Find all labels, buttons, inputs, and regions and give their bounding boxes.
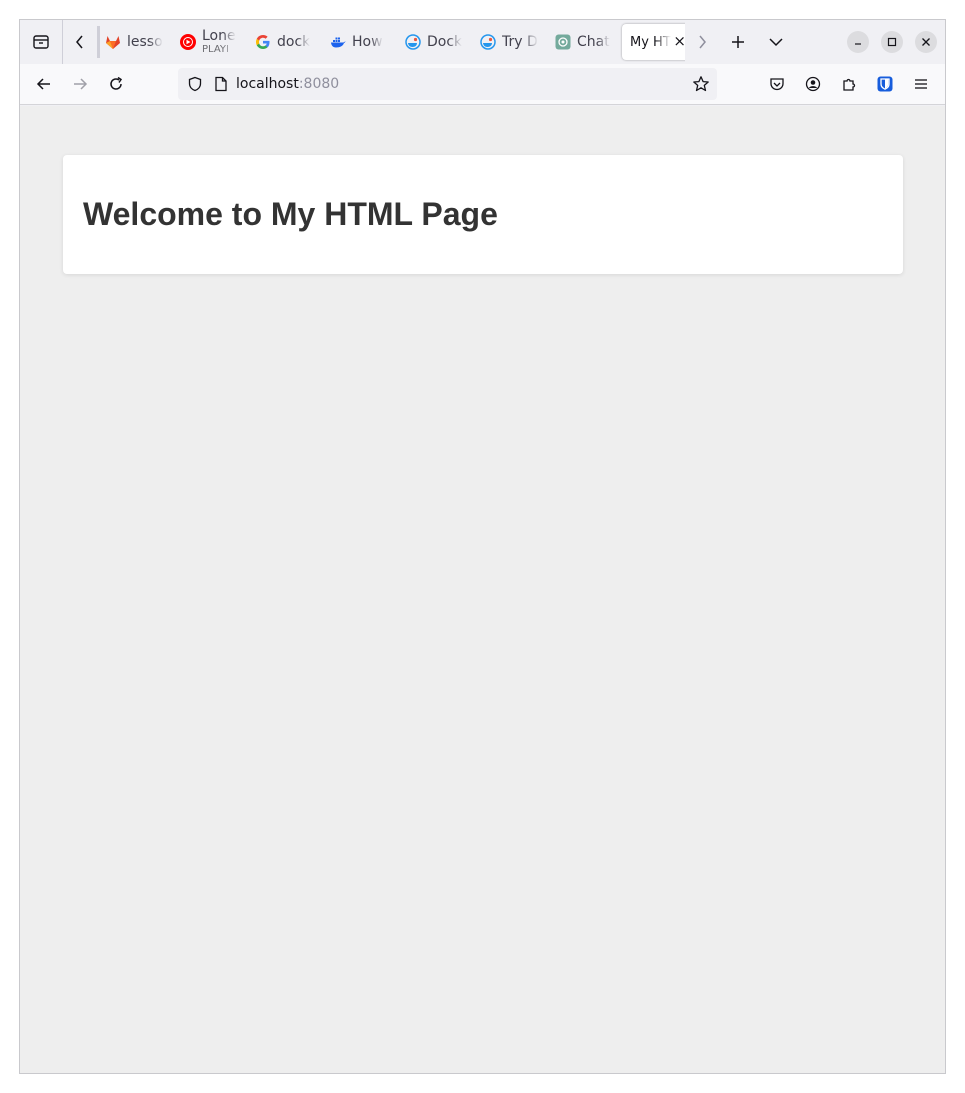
tab-label: My HT: [630, 34, 671, 50]
chevron-down-icon: [769, 38, 783, 47]
list-all-tabs-button[interactable]: [757, 20, 795, 64]
url-bar[interactable]: localhost:8080: [178, 68, 717, 100]
arrow-left-icon: [36, 78, 50, 90]
tab-label: Chat: [577, 34, 610, 50]
pocket-icon: [770, 78, 784, 91]
tabs-scroll-right-button[interactable]: [685, 20, 719, 64]
youtube-music-icon: [180, 34, 196, 50]
tab-label: Try D: [502, 34, 538, 50]
url-text: localhost:8080: [236, 76, 339, 92]
tab-label: How: [352, 34, 383, 50]
tab-list: lesso Lone PLAYI dock How Dock Try D Cha…: [97, 20, 685, 64]
gitlab-icon: [105, 34, 121, 50]
docker-icon: [330, 34, 346, 50]
tracking-protection-shield-icon[interactable]: [180, 68, 210, 100]
reload-button[interactable]: [98, 66, 134, 102]
tab-try-docker[interactable]: Try D: [472, 24, 547, 60]
minimize-button[interactable]: [847, 31, 869, 53]
bitwarden-shield-icon: [877, 76, 893, 92]
bookmark-star-button[interactable]: [685, 68, 717, 100]
google-icon: [255, 34, 271, 50]
chevron-left-icon: [76, 35, 83, 49]
tab-gitlab[interactable]: lesso: [97, 24, 172, 60]
close-window-button[interactable]: [915, 31, 937, 53]
tab-playing-label: PLAYI: [202, 45, 229, 55]
tab-label: lesso: [127, 34, 163, 50]
tab-google[interactable]: dock: [247, 24, 322, 60]
tab-docker-labs[interactable]: Dock: [397, 24, 472, 60]
star-icon: [693, 76, 709, 92]
url-port: :8080: [298, 76, 340, 92]
content-card: Welcome to My HTML Page: [63, 155, 903, 274]
forward-button[interactable]: [62, 66, 98, 102]
puzzle-icon: [843, 78, 856, 91]
tab-chatgpt[interactable]: Chat: [547, 24, 622, 60]
navigation-toolbar: localhost:8080: [20, 64, 945, 105]
page-info-icon[interactable]: [210, 68, 232, 100]
tabs-scroll-left-button[interactable]: [63, 20, 97, 64]
app-menu-button[interactable]: [903, 66, 939, 102]
firefox-view-icon: [33, 35, 49, 49]
page-heading: Welcome to My HTML Page: [83, 196, 498, 232]
back-button[interactable]: [26, 66, 62, 102]
maximize-icon: [887, 37, 897, 47]
account-button[interactable]: [795, 66, 831, 102]
tab-my-html-active[interactable]: My HT ×: [622, 24, 685, 60]
maximize-button[interactable]: [881, 31, 903, 53]
new-tab-button[interactable]: [719, 20, 757, 64]
tab-youtube-music[interactable]: Lone PLAYI: [172, 24, 247, 60]
minimize-icon: [855, 43, 861, 45]
docker-labs-icon: [480, 34, 496, 50]
hamburger-menu-icon: [915, 79, 927, 89]
page-viewport: Welcome to My HTML Page: [20, 106, 945, 1073]
close-tab-icon[interactable]: ×: [673, 33, 685, 49]
close-icon: [922, 38, 930, 46]
pocket-button[interactable]: [759, 66, 795, 102]
url-host: localhost: [236, 76, 299, 92]
plus-icon: [732, 36, 744, 48]
firefox-view-button[interactable]: [20, 20, 62, 64]
browser-window: lesso Lone PLAYI dock How Dock Try D Cha…: [19, 19, 946, 1074]
tab-docker-how[interactable]: How: [322, 24, 397, 60]
tab-label: Dock: [427, 34, 463, 50]
account-icon: [805, 76, 821, 92]
chevron-right-icon: [699, 35, 706, 49]
reload-icon: [110, 76, 123, 90]
tab-label: dock: [277, 34, 311, 50]
arrow-right-icon: [74, 78, 88, 90]
extensions-button[interactable]: [831, 66, 867, 102]
chatgpt-icon: [555, 34, 571, 50]
tab-strip: lesso Lone PLAYI dock How Dock Try D Cha…: [20, 20, 945, 64]
docker-labs-icon: [405, 34, 421, 50]
bitwarden-extension-button[interactable]: [867, 66, 903, 102]
tab-label: Lone: [202, 29, 236, 43]
